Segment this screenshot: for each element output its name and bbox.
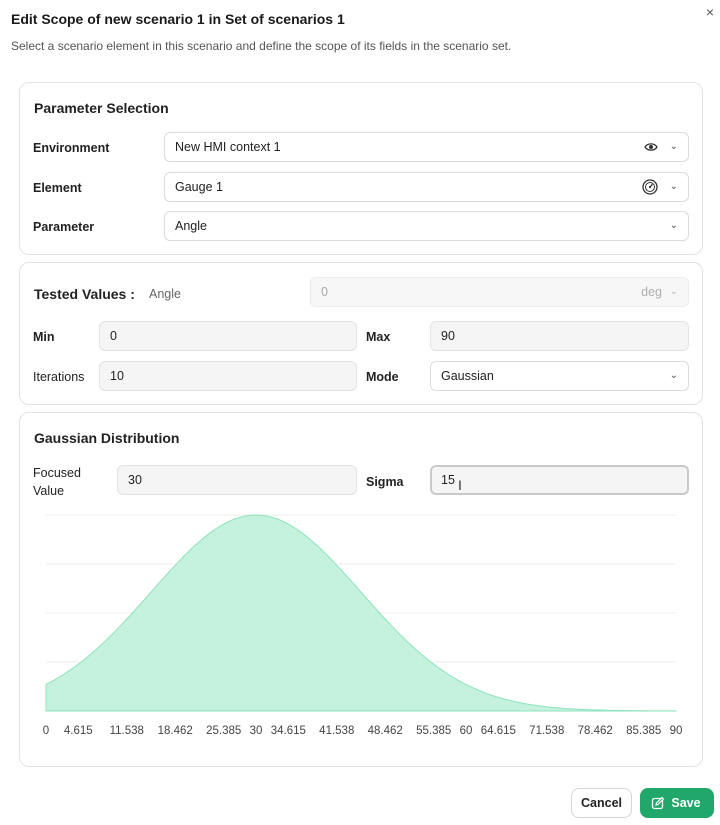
min-input[interactable]: 0 xyxy=(99,321,357,351)
cancel-button[interactable]: Cancel xyxy=(571,788,632,818)
tested-value-input: 0 deg ⌄ xyxy=(310,277,689,307)
environment-value: New HMI context 1 xyxy=(175,140,281,154)
dialog-title: Edit Scope of new scenario 1 in Set of s… xyxy=(11,11,345,27)
sigma-label: Sigma xyxy=(366,475,404,489)
element-label: Element xyxy=(33,181,82,195)
panel-title: Parameter Selection xyxy=(34,100,169,116)
dialog-subtitle: Select a scenario element in this scenar… xyxy=(11,39,512,53)
parameter-value: Angle xyxy=(175,219,207,233)
element-value: Gauge 1 xyxy=(175,180,223,194)
focused-value-label: Focused Value xyxy=(33,464,81,500)
focused-value-input[interactable]: 30 xyxy=(117,465,357,495)
x-tick-label: 55.385 xyxy=(416,725,451,737)
x-axis-ticks: 0 4.615 11.538 18.462 25.385 30 34.615 41.538 48… xyxy=(43,725,683,737)
focused-value: 30 xyxy=(128,473,142,487)
x-tick-label: 71.538 xyxy=(529,725,564,737)
edit-icon xyxy=(651,796,665,810)
gauge-icon[interactable] xyxy=(642,179,658,195)
iterations-label: Iterations xyxy=(33,370,85,384)
min-label: Min xyxy=(33,330,55,344)
chevron-down-icon: ⌄ xyxy=(669,286,678,297)
chevron-down-icon: ⌄ xyxy=(669,220,678,231)
mode-label: Mode xyxy=(366,370,399,384)
text-cursor-icon: I xyxy=(458,477,462,493)
x-tick-label: 78.462 xyxy=(578,725,613,737)
gaussian-chart: 0 4.615 11.538 18.462 25.385 30 34.615 41.538 48… xyxy=(43,514,683,737)
mode-select[interactable]: Gaussian ⌄ xyxy=(430,361,689,391)
max-value: 90 xyxy=(441,329,455,343)
iterations-value: 10 xyxy=(110,369,124,383)
parameter-label: Parameter xyxy=(33,220,95,234)
chevron-down-icon: ⌄ xyxy=(669,181,678,192)
tested-parameter-name: Angle xyxy=(149,287,181,301)
max-input[interactable]: 90 xyxy=(430,321,689,351)
tested-value: 0 xyxy=(321,285,328,299)
iterations-input[interactable]: 10 xyxy=(99,361,357,391)
environment-select[interactable]: New HMI context 1 ⌄ xyxy=(164,132,689,162)
close-icon[interactable]: × xyxy=(703,5,717,19)
x-tick-label: 85.385 xyxy=(626,725,661,737)
chevron-down-icon: ⌄ xyxy=(669,370,678,381)
x-tick-label: 48.462 xyxy=(368,725,403,737)
x-tick-label: 34.615 xyxy=(271,725,306,737)
unit-label: deg xyxy=(641,285,662,299)
sigma-input[interactable]: 15 I xyxy=(430,465,689,495)
environment-label: Environment xyxy=(33,141,110,155)
x-tick-label: 41.538 xyxy=(319,725,354,737)
save-label: Save xyxy=(671,796,701,810)
x-tick-label: 90 xyxy=(670,725,683,737)
min-value: 0 xyxy=(110,329,117,343)
mode-value: Gaussian xyxy=(441,369,494,383)
eye-icon[interactable] xyxy=(644,140,658,154)
x-tick-label: 4.615 xyxy=(64,725,93,737)
x-tick-label: 64.615 xyxy=(481,725,516,737)
x-tick-label: 0 xyxy=(43,725,49,737)
x-tick-label: 25.385 xyxy=(206,725,241,737)
focused-label-line1: Focused xyxy=(33,466,81,480)
x-tick-label: 30 xyxy=(250,725,263,737)
sigma-value: 15 xyxy=(441,473,455,487)
tested-values-title: Tested Values : xyxy=(34,286,135,302)
parameter-select[interactable]: Angle ⌄ xyxy=(164,211,689,241)
chevron-down-icon: ⌄ xyxy=(669,141,678,152)
parameter-selection-panel: Parameter Selection Environment New HMI … xyxy=(19,82,703,255)
tested-values-panel: Tested Values : Angle 0 deg ⌄ Min 0 Max … xyxy=(19,262,703,405)
x-tick-label: 11.538 xyxy=(110,725,144,737)
save-button[interactable]: Save xyxy=(640,788,714,818)
x-tick-label: 60 xyxy=(460,725,473,737)
x-tick-label: 18.462 xyxy=(158,725,193,737)
gaussian-title: Gaussian Distribution xyxy=(34,430,180,446)
max-label: Max xyxy=(366,330,391,344)
focused-label-line2: Value xyxy=(33,484,65,498)
element-select[interactable]: Gauge 1 ⌄ xyxy=(164,172,689,202)
